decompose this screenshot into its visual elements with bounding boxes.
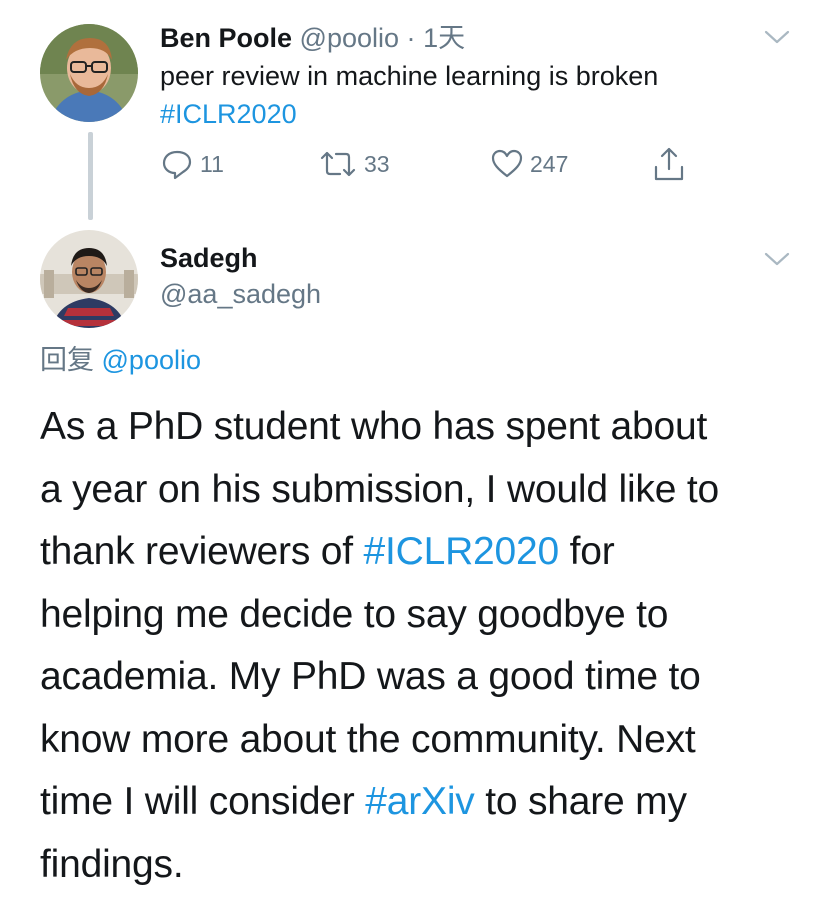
avatar[interactable] <box>40 230 138 328</box>
tweet-text-line: As a PhD student who has spent about <box>40 405 708 448</box>
author-handle[interactable]: @poolio <box>300 23 399 53</box>
chevron-down-icon[interactable] <box>764 28 790 46</box>
reply-icon <box>162 150 192 180</box>
separator-dot: · <box>406 23 416 53</box>
retweet-button[interactable]: 33 <box>318 144 390 184</box>
share-icon <box>654 147 684 181</box>
text-segment: for <box>559 530 615 573</box>
tweet-text-line: a year on his submission, I would like t… <box>40 467 719 511</box>
tweet-body: As a PhD student who has spent about a y… <box>40 396 800 896</box>
tweet-text-line: academia. My PhD was a good time to <box>40 655 701 698</box>
tweet-header: Ben Poole @poolio · 1天 <box>160 20 465 56</box>
tweet-text-line: thank reviewers of #ICLR2020 for <box>40 521 800 584</box>
reply-button[interactable]: 11 <box>160 144 224 184</box>
avatar[interactable] <box>40 24 138 122</box>
hashtag-link[interactable]: #ICLR2020 <box>160 96 297 132</box>
hashtag-link[interactable]: #ICLR2020 <box>364 530 560 573</box>
reply-prefix: 回复 <box>40 345 94 375</box>
profile-photo-sadegh <box>40 230 138 328</box>
tweet-text-line: findings. <box>40 842 184 886</box>
share-button[interactable] <box>652 144 692 184</box>
retweet-icon <box>320 151 356 177</box>
like-count: 247 <box>530 150 569 177</box>
text-segment: time I will consider <box>40 780 366 823</box>
author-handle[interactable]: @aa_sadegh <box>160 276 321 312</box>
reply-count: 11 <box>200 150 224 177</box>
reply-mention-link[interactable]: @poolio <box>102 345 201 375</box>
text-segment: thank reviewers of <box>40 530 364 573</box>
tweet-text-line: helping me decide to say goodbye to <box>40 592 669 636</box>
tweet-actions: 11 33 247 <box>160 144 720 184</box>
tweet-text: peer review in machine learning is broke… <box>160 61 659 91</box>
chevron-down-icon[interactable] <box>764 250 790 268</box>
tweet-text-line: know more about the community. Next <box>40 717 696 761</box>
heart-icon <box>491 149 523 178</box>
timestamp[interactable]: 1天 <box>423 23 465 53</box>
author-name[interactable]: Ben Poole <box>160 23 292 53</box>
thread-connector <box>88 132 93 220</box>
replying-to: 回复 @poolio <box>40 342 201 378</box>
profile-photo-ben-poole <box>40 24 138 122</box>
parent-tweet[interactable]: Ben Poole @poolio · 1天 peer review in ma… <box>0 0 828 220</box>
like-button[interactable]: 247 <box>490 144 568 184</box>
hashtag-link[interactable]: #arXiv <box>365 780 475 823</box>
retweet-count: 33 <box>364 150 390 177</box>
author-name[interactable]: Sadegh <box>160 240 258 276</box>
text-segment: to share my <box>474 780 687 823</box>
tweet-text-line: time I will consider #arXiv to share my <box>40 771 800 834</box>
